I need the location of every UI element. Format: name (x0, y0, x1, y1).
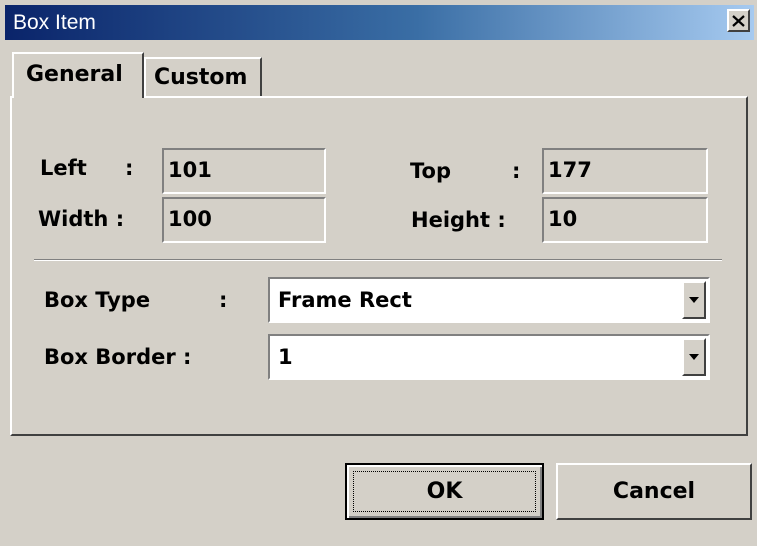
cancel-button[interactable]: Cancel (556, 463, 752, 520)
tab-custom[interactable]: Custom (144, 57, 262, 97)
ok-button[interactable]: OK (345, 463, 544, 520)
window-title: Box Item (13, 11, 96, 34)
tab-custom-label: Custom (154, 65, 248, 90)
general-tab-panel (10, 96, 748, 436)
title-bar[interactable]: Box Item (5, 5, 754, 40)
close-icon (732, 14, 745, 27)
tab-general-label: General (26, 62, 123, 87)
focus-rect (353, 471, 536, 512)
tab-general[interactable]: General (12, 52, 144, 98)
box-item-dialog: Box Item General Custom Left : 101 Top :… (0, 0, 757, 546)
close-button[interactable] (727, 9, 750, 32)
cancel-button-label: Cancel (612, 479, 696, 504)
